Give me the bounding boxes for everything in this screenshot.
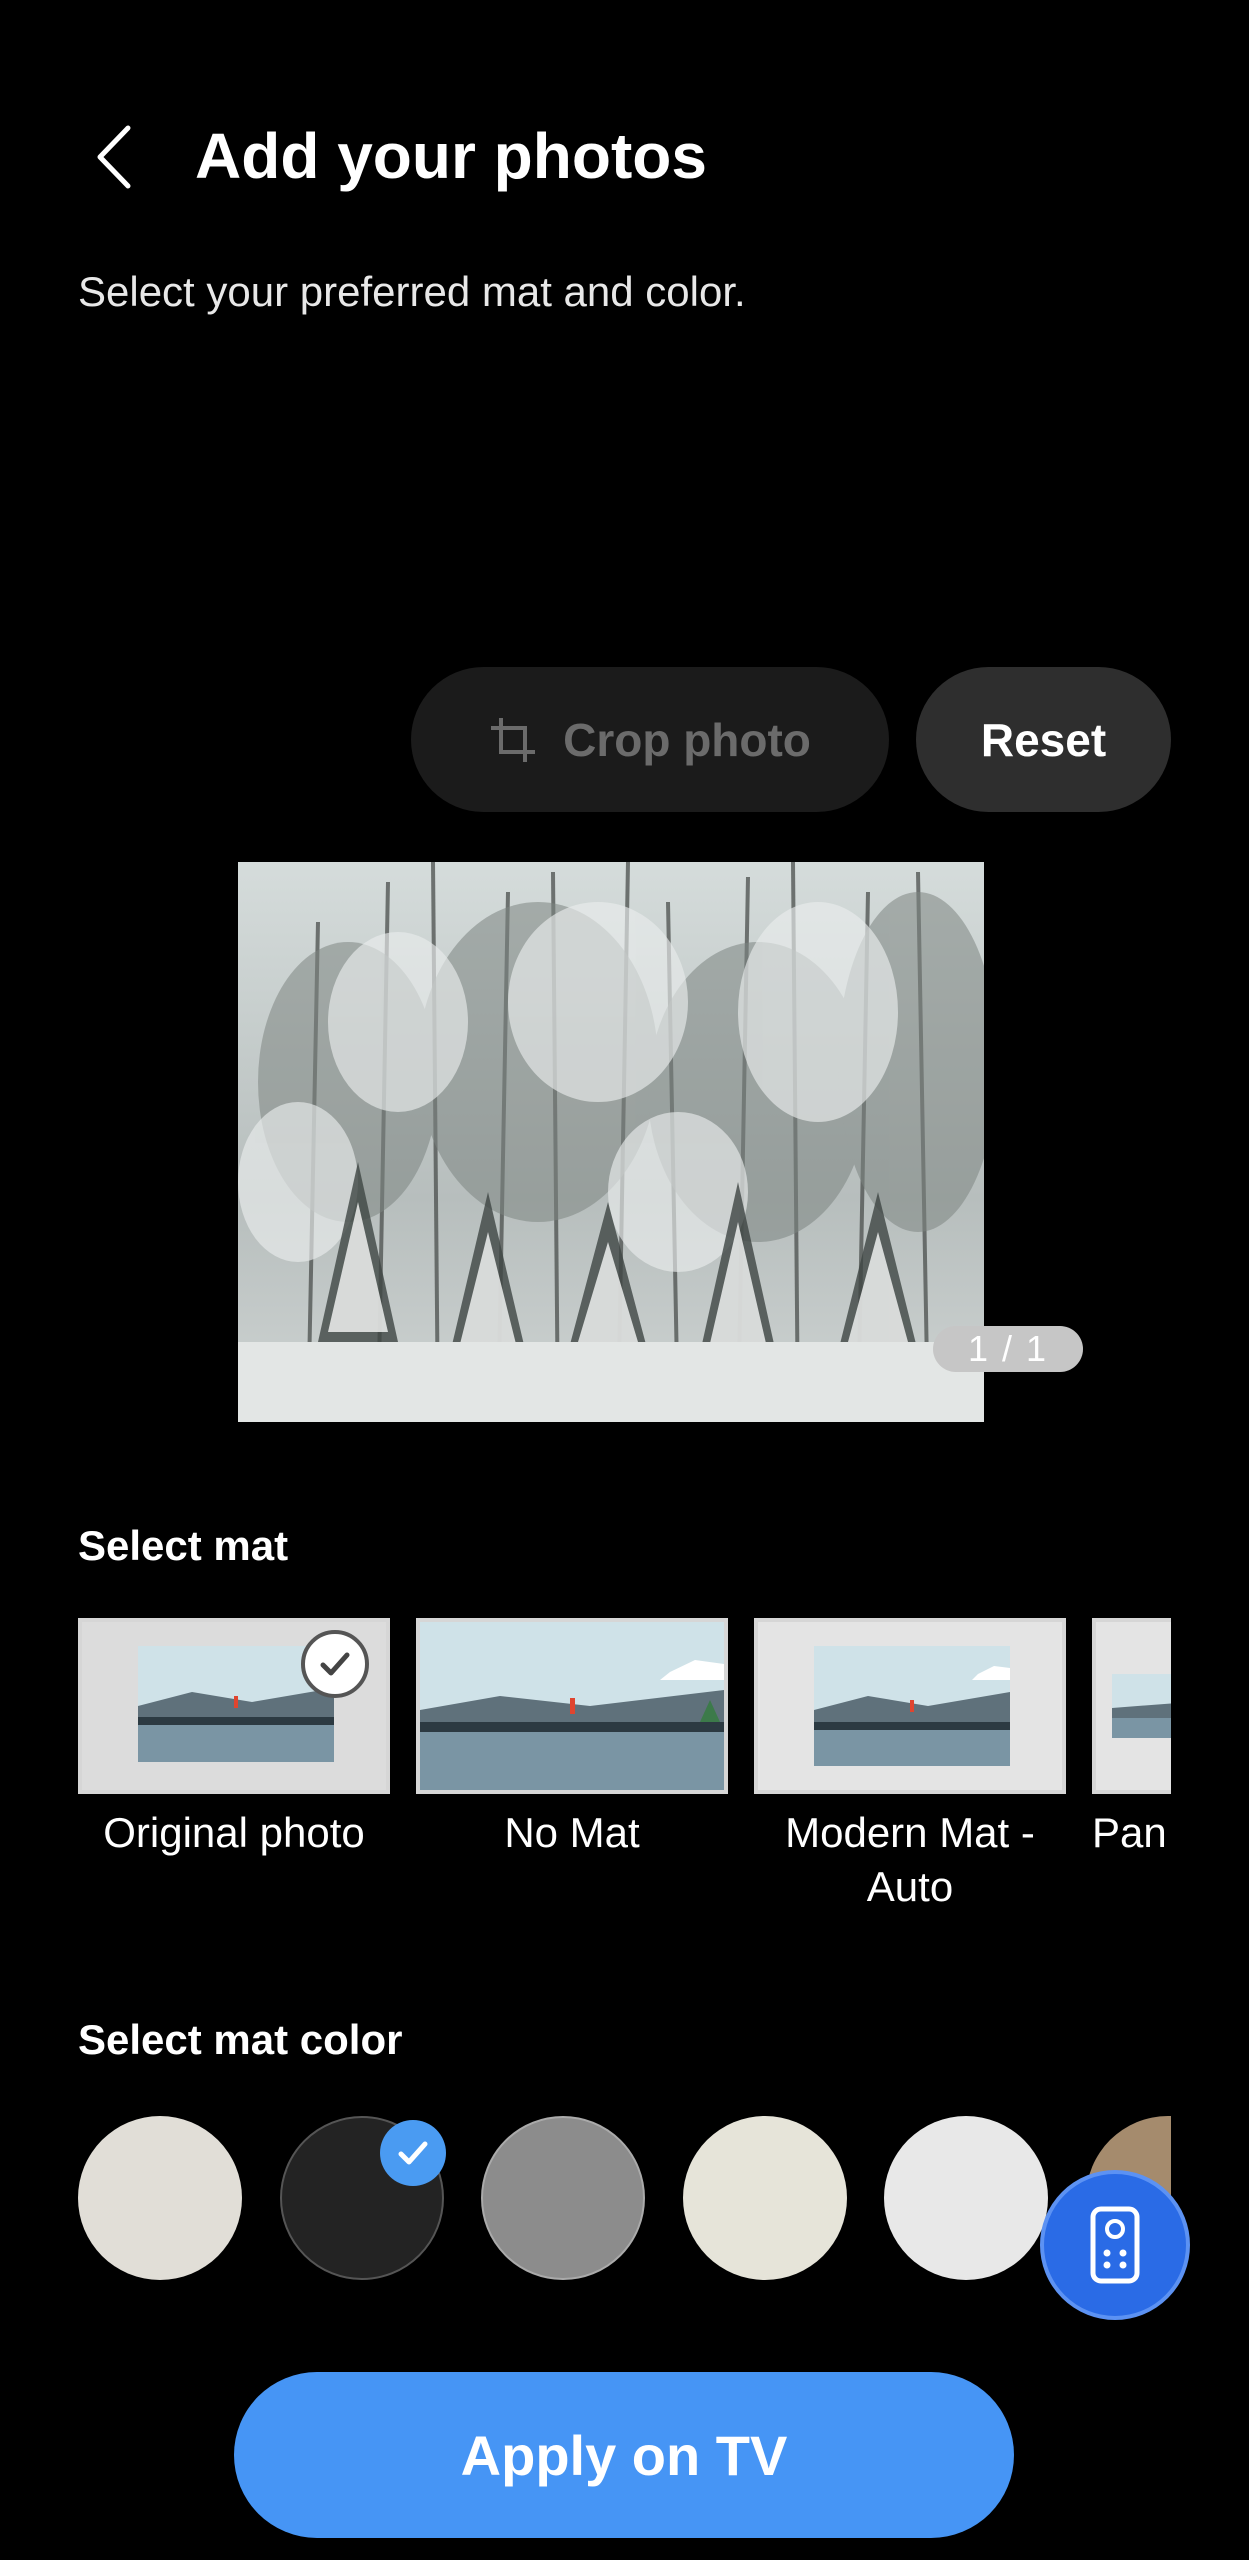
color-swatch-white[interactable]: [884, 2116, 1048, 2280]
mat-option-label: Modern Mat - Auto: [785, 1809, 1035, 1910]
snowy-forest-photo: [238, 862, 984, 1422]
remote-control-button[interactable]: [1040, 2170, 1190, 2320]
mat-option-label: No Mat: [504, 1809, 640, 1856]
mat-thumbnail: [754, 1618, 1066, 1794]
photo-preview: [238, 862, 984, 1422]
mat-thumbnail: [416, 1618, 728, 1794]
mat-thumbnail: [1092, 1618, 1171, 1794]
apply-on-tv-label: Apply on TV: [460, 2423, 788, 2487]
tv-remote-icon: [1090, 2206, 1140, 2284]
reset-button[interactable]: Reset: [916, 667, 1171, 812]
apply-on-tv-button[interactable]: Apply on TV: [234, 2372, 1014, 2538]
select-mat-color-label: Select mat color: [78, 2016, 403, 2063]
mat-option-original-photo[interactable]: Original photo: [78, 1618, 390, 1860]
chevron-left-icon: [97, 125, 131, 189]
crop-photo-label: Crop photo: [563, 713, 811, 766]
mat-option-no-mat[interactable]: No Mat: [416, 1618, 728, 1860]
page-subtitle: Select your preferred mat and color.: [78, 268, 746, 315]
page-indicator: 1 / 1: [933, 1326, 1083, 1372]
selected-check-icon: [301, 1630, 369, 1698]
landscape-thumbnail: [758, 1622, 1062, 1790]
crop-icon: [491, 717, 536, 762]
page-title: Add your photos: [195, 120, 707, 192]
selected-check-icon: [380, 2120, 446, 2186]
reset-label: Reset: [980, 713, 1107, 766]
mat-options-list[interactable]: Original photo No Mat Modern Mat - Auto …: [78, 1618, 1171, 1918]
back-button[interactable]: [78, 112, 150, 202]
mat-option-label: Original photo: [103, 1809, 365, 1856]
color-swatch-gray[interactable]: [481, 2116, 645, 2280]
color-swatch-beige[interactable]: [78, 2116, 242, 2280]
mat-option-panoramic[interactable]: Pan: [1092, 1618, 1171, 1860]
select-mat-label: Select mat: [78, 1522, 289, 1569]
mat-option-label: Pan: [1092, 1809, 1167, 1856]
color-swatch-ivory[interactable]: [683, 2116, 847, 2280]
mat-color-list[interactable]: [78, 2116, 1171, 2282]
landscape-thumbnail: [1096, 1622, 1171, 1790]
landscape-thumbnail: [420, 1622, 724, 1790]
mat-option-modern-mat-auto[interactable]: Modern Mat - Auto: [754, 1618, 1066, 1914]
crop-photo-button[interactable]: Crop photo: [411, 667, 889, 812]
